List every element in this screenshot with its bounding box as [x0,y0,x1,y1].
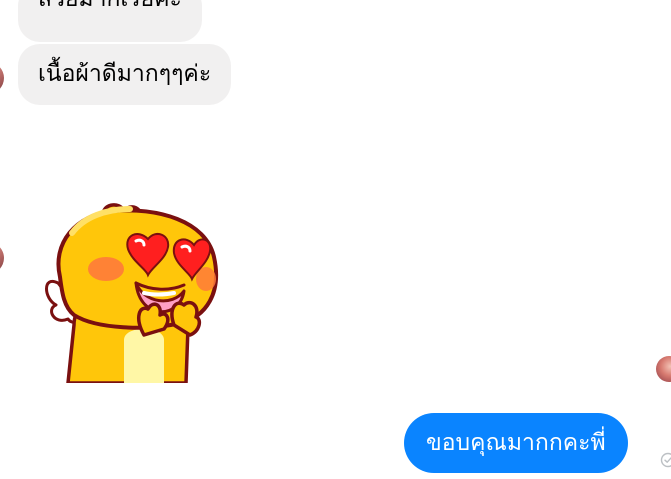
message-bubble-incoming[interactable]: สวยมากเรยค่ะ [18,0,202,42]
message-text: สวยมากเรยค่ะ [38,0,182,12]
message-bubble-incoming[interactable]: เนื้อผ้าดีมากๆๆค่ะ [18,44,232,105]
chat-window: สวยมากเรยค่ะ เนื้อผ้าดีมากๆๆค่ะ [0,0,671,479]
message-text: ขอบคุณมากกคะพี่ [426,430,606,456]
sender-avatar[interactable] [0,62,4,94]
check-circle-icon [660,452,671,468]
message-text: เนื้อผ้าดีมากๆๆค่ะ [38,61,212,87]
sticker-message[interactable] [40,195,230,385]
recipient-avatar[interactable] [656,356,671,382]
message-bubble-outgoing[interactable]: ขอบคุณมากกคะพี่ [404,413,628,473]
sender-avatar[interactable] [0,242,4,274]
qoobee-heart-eyes-sticker-icon [45,203,219,385]
